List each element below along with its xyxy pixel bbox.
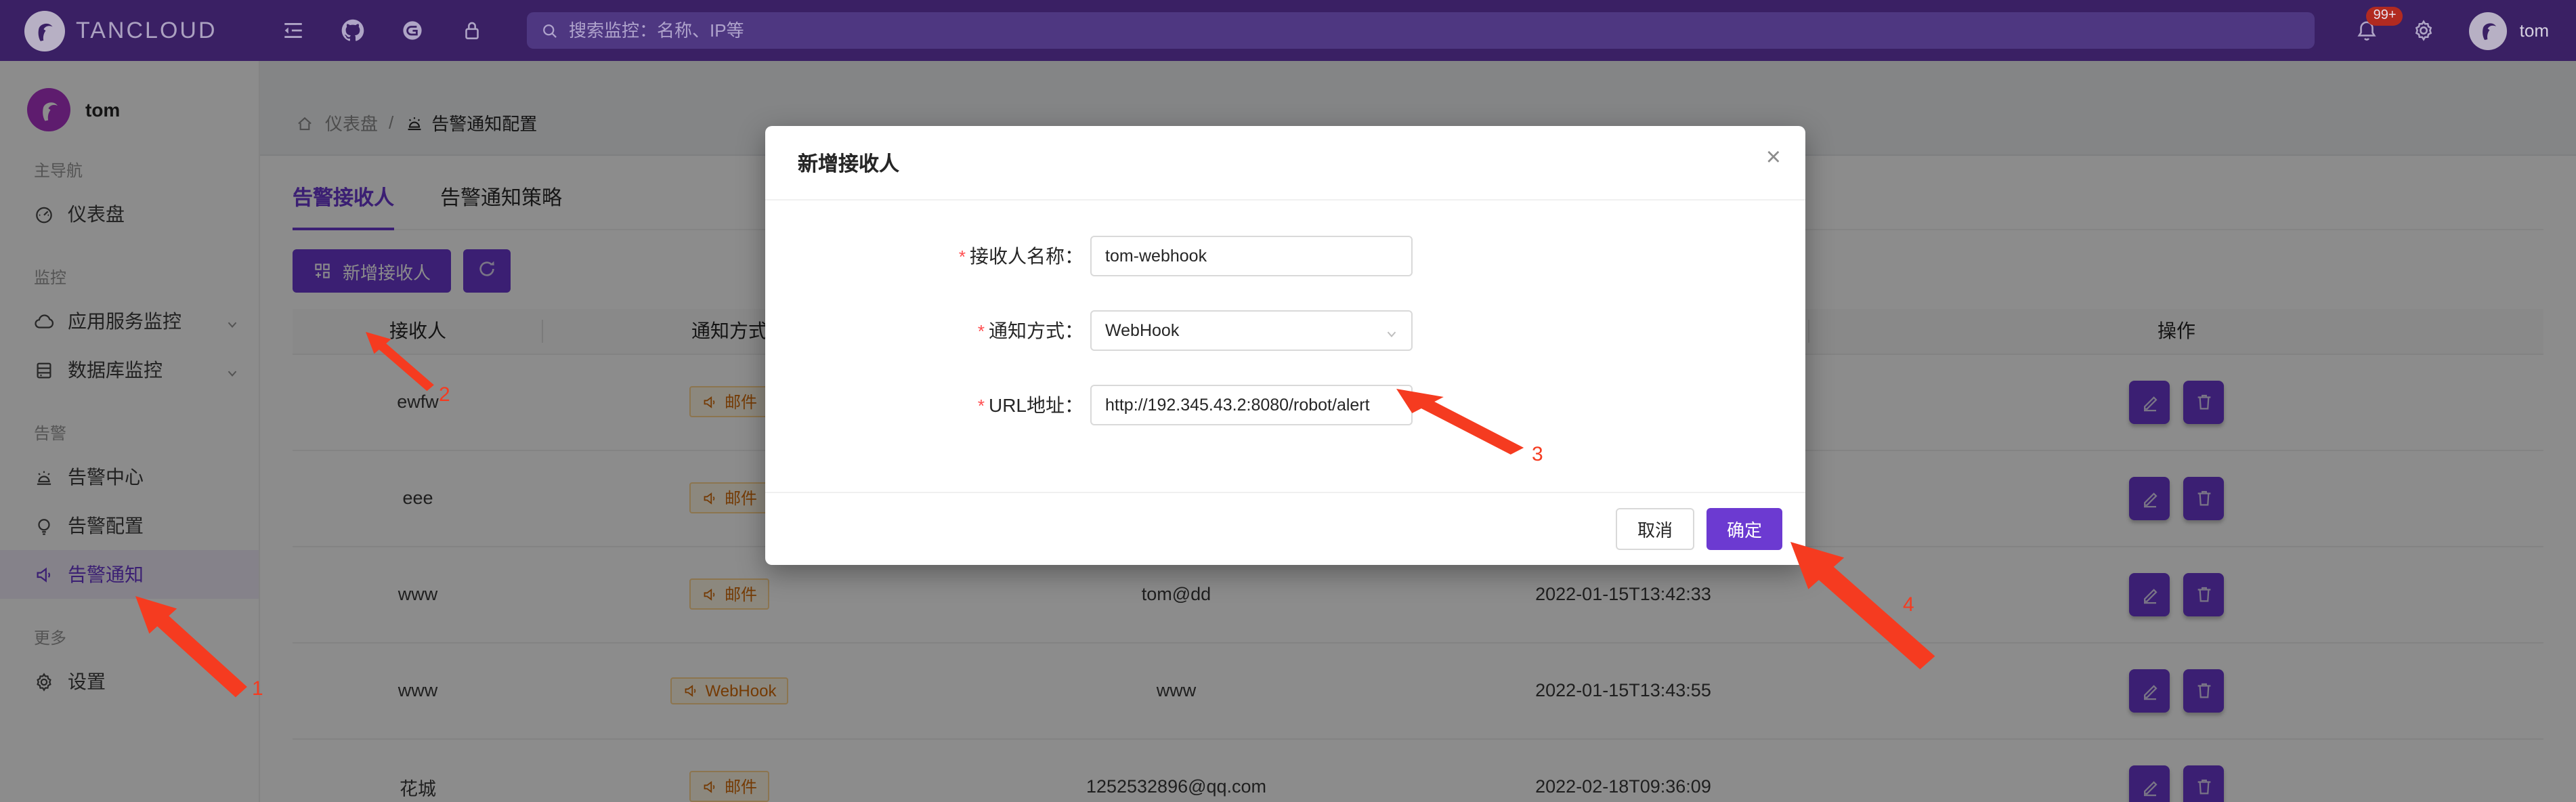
annotation-arrow-1 [135, 596, 251, 700]
app-window: TANCLOUD 99+ tom tom 主导航 [0, 0, 2576, 802]
modal-footer: 取消 确定 [765, 492, 1805, 565]
brand-name: TANCLOUD [76, 17, 217, 44]
add-receiver-modal: 新增接收人 × *接收人名称： *通知方式： *URL地址： [765, 126, 1805, 565]
monitor-search-bar[interactable] [527, 12, 2315, 49]
url-field[interactable] [1090, 385, 1413, 425]
annotation-arrow-2 [366, 332, 436, 393]
topbar-right-group: 99+ tom [2356, 12, 2576, 49]
url-input[interactable] [1105, 396, 1398, 415]
confirm-button[interactable]: 确定 [1706, 508, 1782, 550]
annotation-label-3: 3 [1532, 443, 1543, 466]
search-icon [540, 21, 559, 40]
receiver-name-input[interactable] [1105, 247, 1398, 266]
modal-header: 新增接收人 × [765, 126, 1805, 200]
required-mark: * [959, 247, 966, 267]
notice-method-value[interactable] [1105, 321, 1398, 340]
menu-fold-icon[interactable] [282, 19, 305, 42]
notice-method-select[interactable] [1090, 310, 1413, 351]
notifications-bell-icon[interactable]: 99+ [2356, 19, 2379, 42]
top-header-bar: TANCLOUD 99+ tom [0, 0, 2576, 61]
notice-method-label: 通知方式： [989, 320, 1083, 341]
topbar-username[interactable]: tom [2520, 20, 2549, 41]
lock-icon[interactable] [460, 19, 484, 42]
modal-title: 新增接收人 [798, 148, 899, 177]
notification-count-badge: 99+ [2367, 7, 2403, 26]
required-mark: * [978, 396, 985, 416]
url-label: URL地址： [989, 394, 1083, 416]
chevron-down-icon [1384, 323, 1399, 338]
required-mark: * [978, 321, 985, 341]
settings-gear-icon[interactable] [2413, 19, 2436, 42]
close-icon[interactable]: × [1766, 145, 1781, 171]
cancel-button[interactable]: 取消 [1616, 508, 1694, 550]
annotation-arrow-3 [1396, 389, 1528, 457]
receiver-name-field[interactable] [1090, 236, 1413, 276]
receiver-name-label: 接收人名称： [970, 245, 1083, 267]
form-row-notice-method: *通知方式： [765, 310, 1805, 351]
modal-body: *接收人名称： *通知方式： *URL地址： [765, 200, 1805, 425]
search-input[interactable] [569, 20, 2302, 41]
brand-logo[interactable]: TANCLOUD [0, 10, 257, 51]
user-avatar[interactable] [2470, 12, 2508, 49]
annotation-label-2: 2 [439, 383, 450, 406]
form-row-url: *URL地址： [765, 385, 1805, 425]
annotation-arrow-4 [1790, 542, 1939, 673]
annotation-label-1: 1 [252, 677, 263, 700]
tancloud-logo-icon [24, 10, 65, 51]
gitee-icon[interactable] [401, 19, 424, 42]
form-row-receiver-name: *接收人名称： [765, 236, 1805, 276]
github-icon[interactable] [341, 19, 364, 42]
annotation-label-4: 4 [1903, 593, 1914, 616]
topbar-icon-group [282, 19, 484, 42]
